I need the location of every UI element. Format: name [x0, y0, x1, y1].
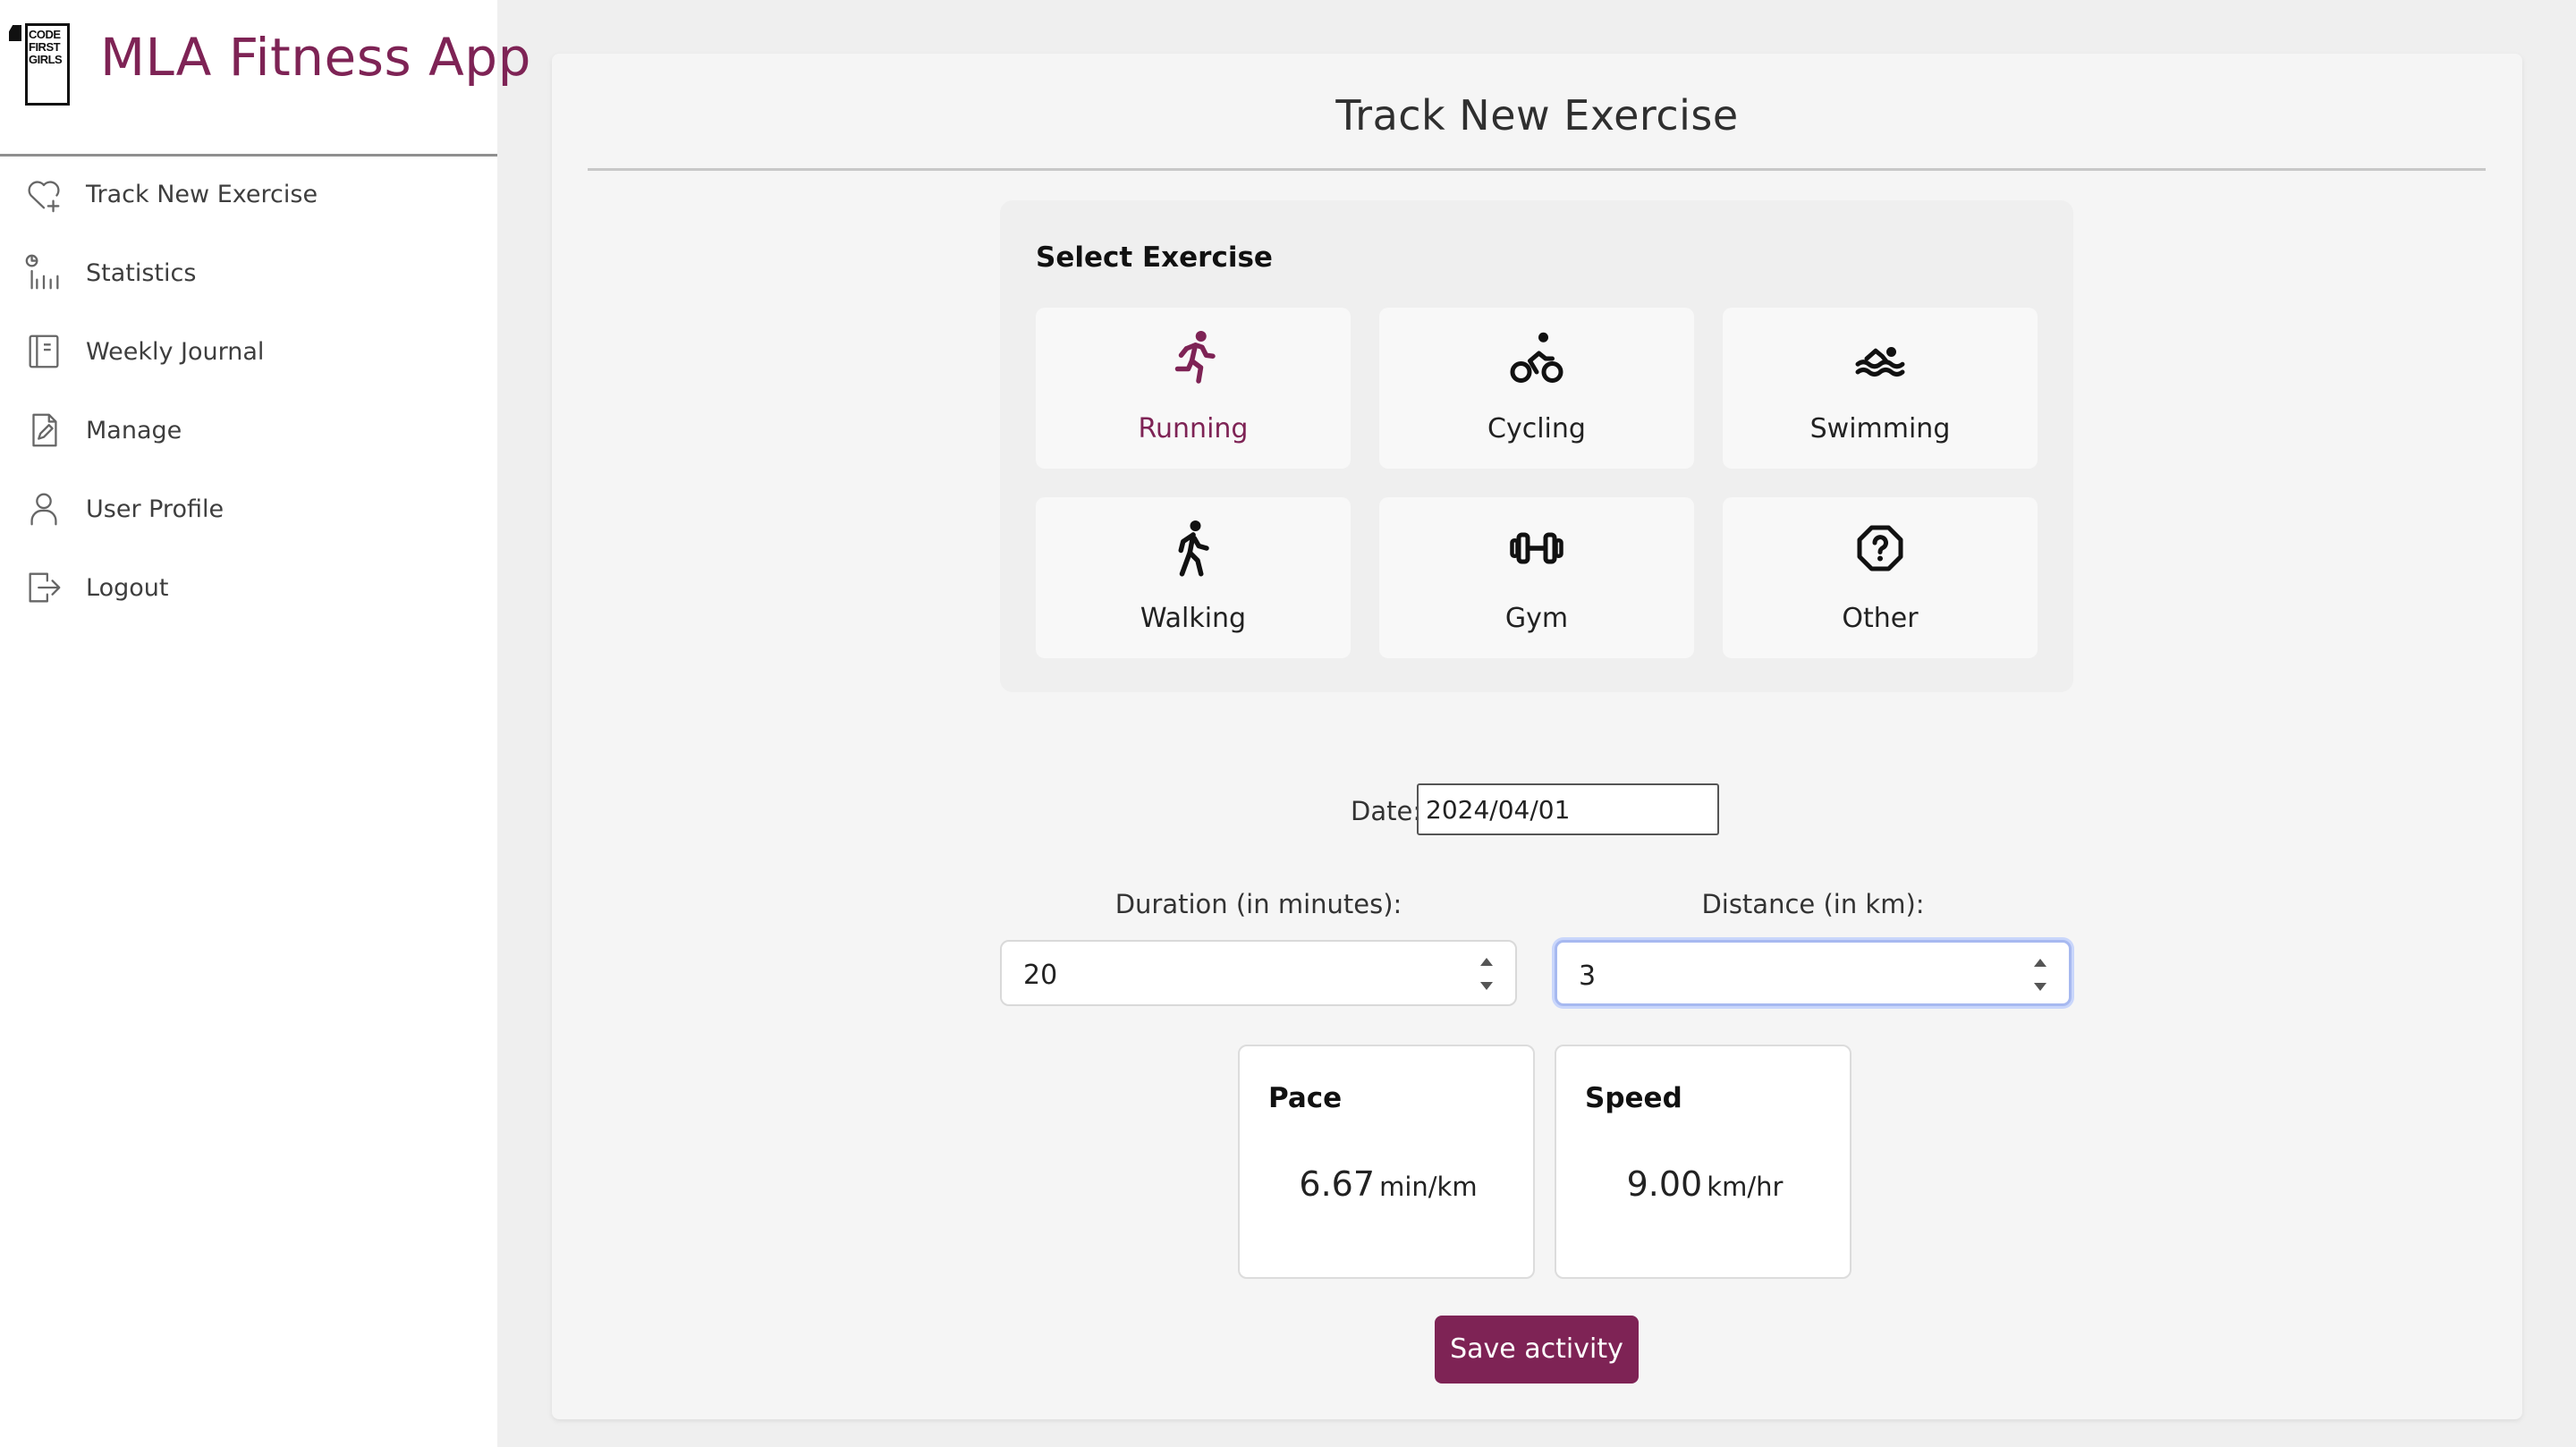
statistics-icon	[23, 252, 64, 293]
exercise-label: Cycling	[1487, 413, 1586, 444]
exercise-label: Walking	[1140, 603, 1247, 634]
speed-card: Speed 9.00 km/hr	[1555, 1045, 1852, 1279]
running-icon	[1166, 327, 1220, 390]
pace-unit: min/km	[1379, 1172, 1478, 1202]
exercise-label: Running	[1138, 413, 1249, 444]
save-activity-button[interactable]: Save activity	[1435, 1316, 1639, 1384]
edit-document-icon	[23, 410, 64, 451]
exercise-option-other[interactable]: Other	[1723, 497, 2038, 658]
sidebar-item-manage[interactable]: Manage	[0, 394, 497, 466]
exercise-option-gym[interactable]: Gym	[1379, 497, 1694, 658]
sidebar-item-label: Statistics	[86, 258, 197, 287]
app-title: MLA Fitness App	[100, 27, 531, 88]
date-field[interactable]	[1417, 783, 1719, 835]
sidebar-item-logout[interactable]: Logout	[0, 552, 497, 623]
duration-stepper[interactable]	[1476, 954, 1496, 994]
exercise-label: Other	[1842, 603, 1919, 634]
exercise-label: Swimming	[1809, 413, 1951, 444]
user-icon	[23, 488, 64, 529]
page-title: Track New Exercise	[1335, 91, 1739, 140]
pace-value: 6.67	[1299, 1164, 1375, 1204]
distance-stepper[interactable]	[2029, 955, 2049, 994]
question-icon	[1853, 517, 1907, 580]
distance-input[interactable]: 3	[1555, 940, 2072, 1006]
heart-plus-icon	[23, 173, 64, 215]
sidebar-item-weekly-journal[interactable]: Weekly Journal	[0, 316, 497, 387]
duration-label: Duration (in minutes):	[1114, 889, 1402, 919]
sidebar-item-label: Manage	[86, 416, 182, 444]
dumbbell-icon	[1510, 517, 1563, 580]
exercise-option-walking[interactable]: Walking	[1036, 497, 1351, 658]
pace-readout: 6.67 min/km	[1240, 1164, 1537, 1204]
swimming-icon	[1853, 327, 1907, 390]
duration-value: 20	[1023, 960, 1058, 991]
date-label: Date:	[1351, 796, 1422, 826]
date-row: Date:	[1351, 783, 1726, 837]
decrement-arrow-icon[interactable]	[1480, 982, 1493, 990]
speed-readout: 9.00 km/hr	[1556, 1164, 1853, 1204]
exercise-option-swimming[interactable]: Swimming	[1723, 308, 2038, 469]
sidebar-item-statistics[interactable]: Statistics	[0, 237, 497, 309]
logout-icon	[23, 567, 64, 608]
walking-icon	[1166, 517, 1220, 580]
exercise-option-cycling[interactable]: Cycling	[1379, 308, 1694, 469]
speed-unit: km/hr	[1707, 1172, 1784, 1202]
cycling-icon	[1510, 327, 1563, 390]
duration-input[interactable]: 20	[1000, 940, 1517, 1006]
sidebar-item-label: User Profile	[86, 495, 225, 523]
distance-value: 3	[1579, 960, 1597, 992]
sidebar-item-label: Track New Exercise	[86, 180, 318, 208]
decrement-arrow-icon[interactable]	[2034, 983, 2046, 991]
distance-label: Distance (in km):	[1701, 889, 1925, 919]
exercise-option-running[interactable]: Running	[1036, 308, 1351, 469]
code-first-girls-logo: CODE FIRST GIRLS	[9, 20, 72, 107]
sidebar-item-track-new-exercise[interactable]: Track New Exercise	[0, 158, 497, 230]
increment-arrow-icon[interactable]	[1480, 958, 1493, 966]
pace-heading: Pace	[1268, 1082, 1343, 1114]
sidebar-item-user-profile[interactable]: User Profile	[0, 473, 497, 545]
speed-heading: Speed	[1585, 1082, 1682, 1114]
sidebar: CODE FIRST GIRLS MLA Fitness App Track N…	[0, 0, 530, 1447]
speed-value: 9.00	[1626, 1164, 1703, 1204]
select-exercise-heading: Select Exercise	[1036, 241, 1273, 274]
logo-flag	[9, 25, 21, 41]
journal-icon	[23, 331, 64, 372]
exercise-select-panel: Select Exercise Running Cycling Swimming…	[1000, 200, 2073, 692]
exercise-label: Gym	[1504, 603, 1569, 634]
increment-arrow-icon[interactable]	[2034, 959, 2046, 967]
sidebar-item-label: Logout	[86, 573, 169, 602]
logo-text: CODE FIRST GIRLS	[29, 28, 63, 66]
sidebar-item-label: Weekly Journal	[86, 337, 265, 366]
title-divider	[588, 168, 2486, 171]
pace-card: Pace 6.67 min/km	[1238, 1045, 1535, 1279]
brand-header: CODE FIRST GIRLS MLA Fitness App	[0, 0, 530, 157]
